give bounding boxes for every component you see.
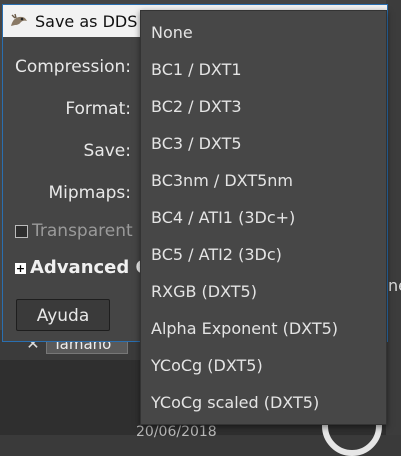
dropdown-item-bc5[interactable]: BC5 / ATI2 (3Dc) (151, 245, 282, 264)
dropdown-item-bc3[interactable]: BC3 / DXT5 (151, 134, 242, 153)
save-label: Save: (83, 141, 131, 161)
mipmaps-label: Mipmaps: (48, 183, 131, 203)
help-button[interactable]: Ayuda (16, 299, 110, 331)
advanced-label: Advanced C (30, 257, 149, 278)
dropdown-item-rxgb[interactable]: RXGB (DXT5) (151, 282, 257, 301)
background-date: 20/06/2018 (136, 424, 217, 440)
transparent-checkbox[interactable] (15, 224, 28, 238)
dropdown-item-bc2[interactable]: BC2 / DXT3 (151, 97, 242, 116)
dropdown-item-bc4[interactable]: BC4 / ATI1 (3Dc+) (151, 208, 295, 227)
dropdown-item-ycocg-scaled[interactable]: YCoCg scaled (DXT5) (151, 393, 319, 412)
dialog-title: Save as DDS (35, 12, 138, 31)
background-right-strip (386, 0, 401, 435)
dropdown-item-ycocg[interactable]: YCoCg (DXT5) (151, 356, 263, 375)
dropdown-item-alpha-exponent[interactable]: Alpha Exponent (DXT5) (151, 319, 338, 338)
compression-dropdown-list: None BC1 / DXT1 BC2 / DXT3 BC3 / DXT5 BC… (140, 10, 387, 425)
compression-label: Compression: (14, 57, 131, 77)
dropdown-item-bc1[interactable]: BC1 / DXT1 (151, 60, 242, 79)
advanced-options-expander[interactable]: + Advanced C (15, 257, 149, 278)
format-label: Format: (65, 99, 131, 119)
dropdown-item-none[interactable]: None (151, 23, 193, 42)
transparent-label: Transparent (32, 221, 133, 241)
dropdown-item-bc3nm[interactable]: BC3nm / DXT5nm (151, 171, 293, 190)
background-edge-text: ne (388, 276, 401, 295)
gimp-logo-icon (11, 13, 27, 26)
transparent-checkbox-row[interactable]: Transparent (15, 221, 133, 241)
expand-plus-icon: + (15, 261, 26, 275)
